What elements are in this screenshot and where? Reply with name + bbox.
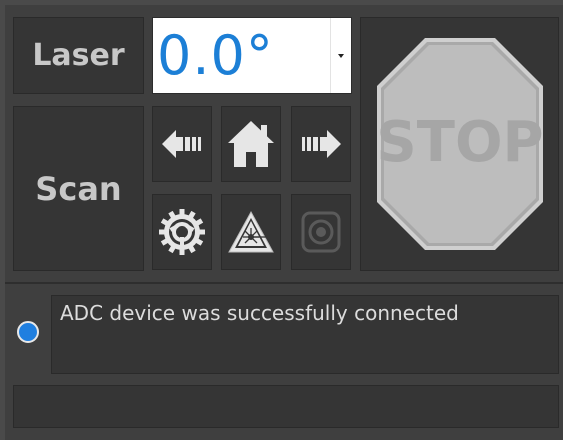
arrow-left-icon	[162, 130, 201, 158]
laser-angle-select[interactable]: 0.0°	[152, 17, 352, 94]
window-top-border	[0, 0, 563, 5]
status-message-box: ADC device was successfully connected	[51, 295, 559, 374]
home-icon	[228, 121, 274, 167]
record-icon	[301, 211, 341, 253]
chevron-down-icon	[338, 53, 344, 58]
scan-label: Scan	[13, 106, 144, 271]
gear-icon	[159, 209, 205, 255]
stop-sign-icon: STOP	[376, 38, 543, 250]
stop-label: STOP	[376, 110, 543, 175]
move-left-button[interactable]	[152, 106, 212, 182]
laser-scan-control-window: Laser 0.0° Scan STOP ADC device was succ…	[0, 0, 563, 440]
record-button[interactable]	[291, 194, 351, 270]
stop-button[interactable]: STOP	[360, 17, 559, 271]
laser-angle-value[interactable]: 0.0°	[157, 20, 274, 92]
angle-dropdown-button[interactable]	[330, 18, 351, 93]
status-indicator-led	[17, 321, 39, 343]
status-message: ADC device was successfully connected	[60, 301, 459, 325]
window-left-border	[0, 0, 5, 440]
home-button[interactable]	[221, 106, 281, 182]
section-divider	[5, 282, 563, 284]
laser-warning-icon	[228, 210, 274, 253]
settings-button[interactable]	[152, 194, 212, 270]
bottom-status-bar	[13, 385, 559, 428]
move-right-button[interactable]	[291, 106, 351, 182]
laser-label: Laser	[13, 17, 144, 94]
laser-toggle-button[interactable]	[221, 194, 281, 270]
arrow-right-icon	[302, 130, 341, 158]
